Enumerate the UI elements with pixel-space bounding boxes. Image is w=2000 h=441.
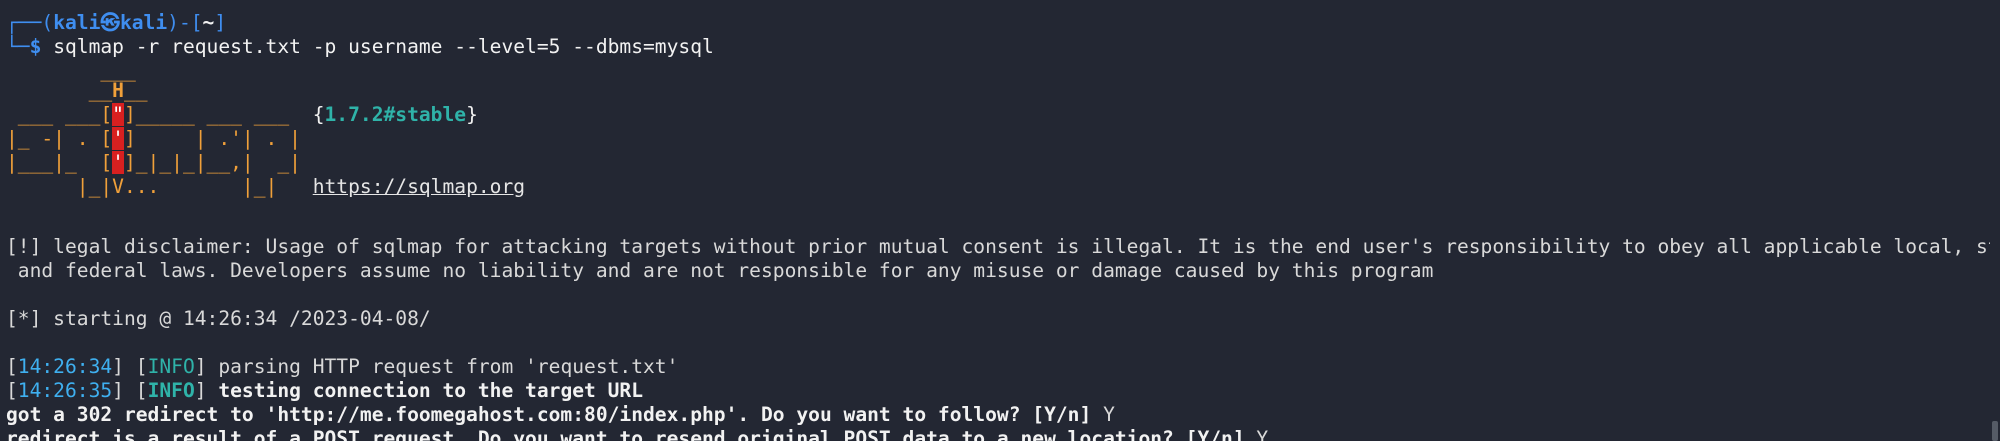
prompt-cwd: ~	[202, 11, 215, 34]
scrollbar-thumb[interactable]	[1992, 421, 1998, 441]
log-level: INFO	[147, 379, 195, 402]
resend-question: redirect is a result of a POST request. …	[6, 427, 1268, 441]
log-message: testing connection to the target URL	[206, 379, 644, 402]
banner-line-6: |_|V... |_| https://sqlmap.org	[6, 175, 526, 198]
log-timestamp: 14:26:35	[17, 379, 113, 402]
banner-line-5: |___|_ [']_|_|_|__,| _|	[6, 151, 301, 174]
command-line: └─$ sqlmap -r request.txt -p username --…	[6, 35, 714, 59]
legal-disclaimer-line-1: [!] legal disclaimer: Usage of sqlmap fo…	[6, 235, 1990, 258]
banner-line-2: __H__	[6, 79, 148, 102]
redirect-question: got a 302 redirect to 'http://me.foomega…	[6, 403, 1115, 426]
banner-line-3: ___ ___["]_____ ___ ___ {1.7.2#stable}	[6, 103, 478, 126]
log-line-parsing: [14:26:34] [INFO] parsing HTTP request f…	[6, 355, 679, 378]
log-timestamp: 14:26:34	[17, 355, 113, 378]
resend-answer[interactable]: Y	[1245, 427, 1268, 441]
redirect-answer[interactable]: Y	[1091, 403, 1115, 426]
prompt-user: kali	[53, 11, 101, 34]
prompt-at-symbol: ㉿	[100, 11, 120, 34]
legal-disclaimer-line-2: and federal laws. Developers assume no l…	[6, 259, 1434, 282]
prompt-host: kali	[119, 11, 168, 34]
sqlmap-version: 1.7.2#stable	[324, 103, 467, 126]
prompt-dollar: $	[29, 35, 42, 58]
sqlmap-url-link[interactable]: https://sqlmap.org	[313, 175, 525, 198]
terminal-window[interactable]: ┌──(kali㉿kali)-[~] └─$ sqlmap -r request…	[0, 0, 1990, 441]
prompt-corner-top: ┌──(	[6, 11, 54, 34]
log-message: parsing HTTP request from 'request.txt'	[206, 355, 679, 378]
prompt-separator: )-[	[167, 11, 203, 34]
command-text: sqlmap -r request.txt -p username --leve…	[53, 35, 714, 58]
prompt-corner-bottom: └─	[6, 35, 30, 58]
prompt-close: ]	[214, 11, 227, 34]
prompt-header: ┌──(kali㉿kali)-[~]	[6, 11, 226, 35]
log-level: INFO	[147, 355, 195, 378]
terminal-scrollbar[interactable]	[1990, 0, 2000, 441]
log-line-testing: [14:26:35] [INFO] testing connection to …	[6, 379, 644, 402]
banner-line-4: |_ -| . ['] | .'| . |	[6, 127, 301, 150]
banner-h: H	[112, 79, 124, 102]
starting-line: [*] starting @ 14:26:34 /2023-04-08/	[6, 307, 431, 330]
